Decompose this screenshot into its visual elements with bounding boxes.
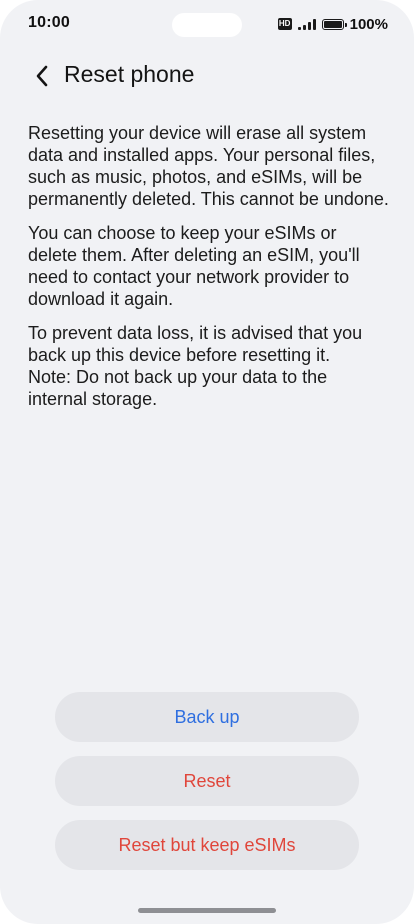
- camera-notch: [172, 13, 242, 37]
- description-note: Note: Do not back up your data to the in…: [28, 367, 328, 409]
- battery-icon: [321, 18, 347, 30]
- description: Resetting your device will erase all sys…: [28, 122, 390, 422]
- hd-icon: HD: [277, 18, 292, 30]
- description-paragraph-2: You can choose to keep your eSIMs or del…: [28, 223, 360, 309]
- reset-keep-esims-button[interactable]: Reset but keep eSIMs: [55, 820, 359, 870]
- page-title: Reset phone: [64, 61, 195, 87]
- description-paragraph-3: To prevent data loss, it is advised that…: [28, 323, 363, 365]
- status-bar: 10:00 HD 100%: [0, 0, 414, 50]
- status-icons: HD 100%: [277, 14, 388, 34]
- battery-percentage: 100%: [349, 15, 388, 33]
- chevron-left-icon: [36, 65, 48, 87]
- description-paragraph-1: Resetting your device will erase all sys…: [28, 123, 389, 209]
- back-button[interactable]: [26, 58, 58, 94]
- status-time: 10:00: [28, 14, 70, 31]
- phone-screen: 10:00 HD 100% Reset phone Resetting your…: [0, 0, 414, 924]
- back-up-button[interactable]: Back up: [55, 692, 359, 742]
- header: Reset phone: [0, 56, 414, 96]
- reset-button[interactable]: Reset: [55, 756, 359, 806]
- home-indicator[interactable]: [138, 908, 276, 913]
- signal-icon: [297, 18, 316, 30]
- action-buttons: Back up Reset Reset but keep eSIMs: [55, 692, 359, 884]
